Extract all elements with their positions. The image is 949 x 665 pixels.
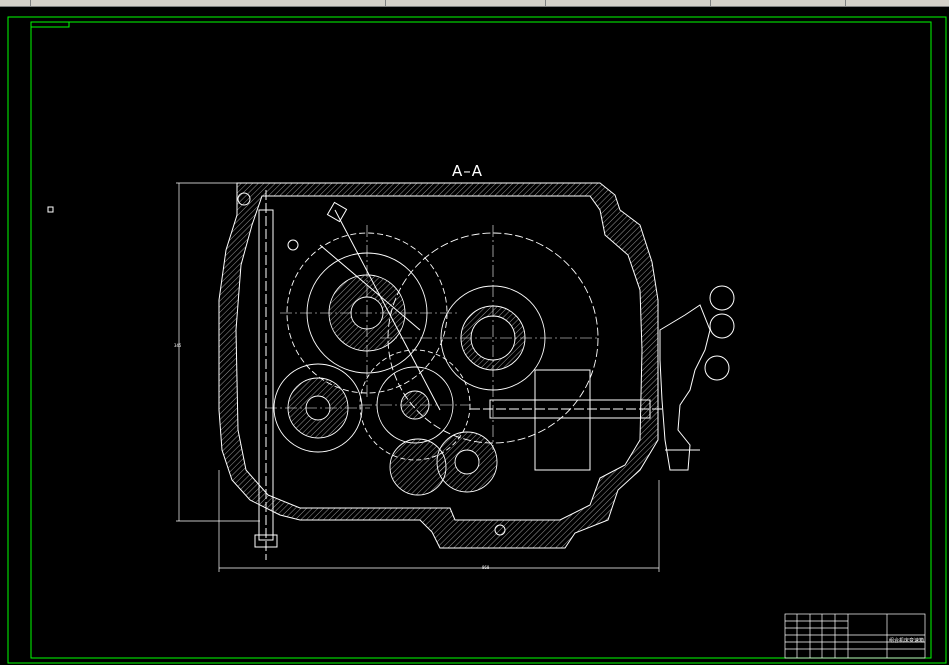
- title-block: [784, 613, 926, 659]
- toolbar-separator: [710, 0, 711, 6]
- cad-toolbar[interactable]: [0, 0, 949, 7]
- height-dimension-text: 345: [174, 343, 182, 348]
- frame-corner-mark: [30, 21, 70, 28]
- housing: [218, 182, 659, 549]
- toolbar-separator: [385, 0, 386, 6]
- toolbar-separator: [30, 0, 31, 6]
- drawing-canvas[interactable]: A–A 345 860 组合机床变速箱: [0, 7, 949, 665]
- gearbox-drawing: [7, 16, 947, 664]
- section-label: A–A: [452, 162, 484, 180]
- ucs-marker: [47, 206, 54, 213]
- toolbar-separator: [845, 0, 846, 6]
- width-dimension-text: 860: [482, 565, 490, 570]
- title-block-title: 组合机床变速箱: [889, 638, 925, 644]
- right-handle: [659, 285, 735, 471]
- toolbar-separator: [545, 0, 546, 6]
